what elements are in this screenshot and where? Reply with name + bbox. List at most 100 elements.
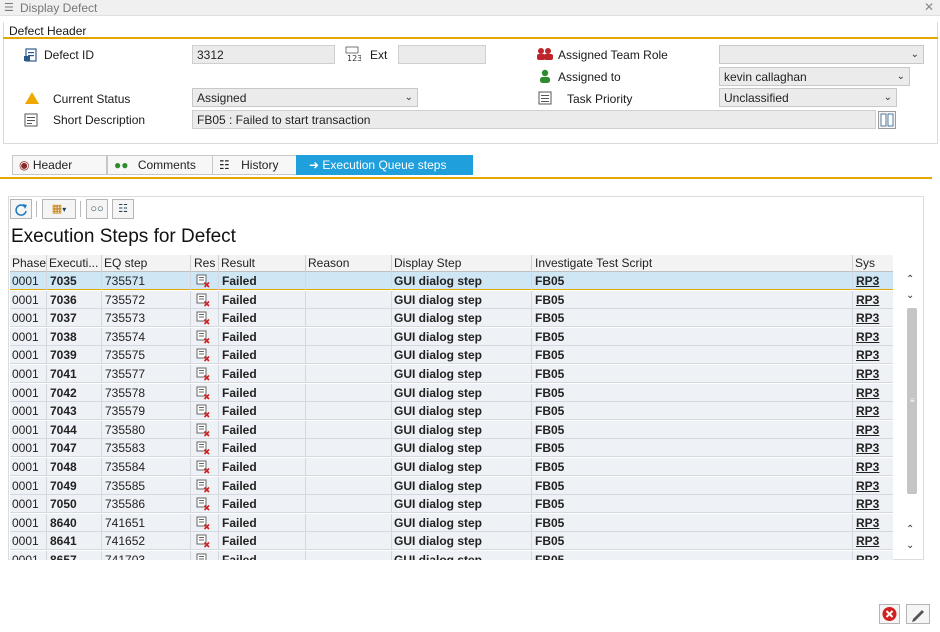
table-row[interactable]: 0001 8640 741651 Failed GUI dialog step FB05 R…: [10, 513, 893, 532]
failed-status-icon: [196, 348, 210, 362]
cell-sys[interactable]: RP3: [856, 293, 879, 307]
table-row[interactable]: 0001 8657 741703 Failed GUI dialog step FB05 R…: [10, 551, 893, 560]
table-row[interactable]: 0001 7038 735574 Failed GUI dialog step FB05 R…: [10, 327, 893, 346]
col-result[interactable]: Result: [221, 256, 255, 270]
cell-eq-step: 735584: [105, 460, 146, 474]
chevron-down-icon: ⌄: [404, 92, 413, 103]
col-reason[interactable]: Reason: [308, 256, 349, 270]
table-row[interactable]: 0001 7044 735580 Failed GUI dialog step FB05 R…: [10, 420, 893, 439]
cell-separator: [218, 383, 219, 402]
cell-sys[interactable]: RP3: [856, 330, 879, 344]
defect-id-field[interactable]: 3312: [192, 45, 335, 64]
table-row[interactable]: 0001 7048 735584 Failed GUI dialog step FB05 R…: [10, 458, 893, 476]
failed-status-icon: [196, 497, 210, 511]
cell-separator: [305, 551, 306, 560]
find-button[interactable]: ○○: [86, 199, 108, 219]
cell-separator: [46, 327, 47, 346]
short-description-field[interactable]: FB05 : Failed to start transaction: [192, 110, 876, 129]
cell-separator: [46, 290, 47, 309]
page-up-icon[interactable]: ⌃: [906, 524, 914, 535]
table-row[interactable]: 0001 7047 735583 Failed GUI dialog step FB05 R…: [10, 439, 893, 458]
refresh-button[interactable]: [10, 199, 32, 219]
table-row[interactable]: 0001 7041 735577 Failed GUI dialog step FB05 R…: [10, 365, 893, 383]
table-row[interactable]: 0001 7039 735575 Failed GUI dialog step FB05 R…: [10, 346, 893, 365]
hat-icon: ◉: [19, 158, 30, 172]
tab-header[interactable]: ◉ Header: [12, 155, 107, 175]
scroll-thumb[interactable]: ≡: [907, 308, 917, 494]
col-res[interactable]: Res: [194, 256, 215, 270]
cell-separator: [101, 327, 102, 346]
table-row[interactable]: 0001 7035 735571 Failed GUI dialog step FB05 R…: [10, 272, 893, 290]
cell-separator: [531, 439, 532, 458]
cell-sys[interactable]: RP3: [856, 404, 879, 418]
column-header-row: Phase Executi... EQ step Res Result Reas…: [10, 255, 893, 272]
col-investigate-test-script[interactable]: Investigate Test Script: [535, 256, 652, 270]
table-row[interactable]: 0001 7042 735578 Failed GUI dialog step FB05 R…: [10, 383, 893, 402]
cell-separator: [101, 495, 102, 514]
scroll-down-icon[interactable]: ⌄: [906, 290, 914, 301]
current-status-value: Assigned: [197, 91, 247, 105]
binoculars-icon: ○○: [90, 203, 104, 215]
page-down-icon[interactable]: ⌄: [906, 540, 914, 551]
cancel-button[interactable]: [879, 604, 900, 624]
failed-status-icon: [196, 293, 210, 307]
col-execution[interactable]: Executi...: [49, 256, 98, 270]
cell-result: Failed: [222, 497, 257, 512]
chevron-down-icon: ⌄: [883, 92, 892, 103]
edit-button[interactable]: [906, 604, 930, 624]
cell-eq-step: 735572: [105, 292, 146, 307]
cell-separator: [101, 365, 102, 383]
task-priority-select[interactable]: Unclassified ⌄: [719, 88, 897, 107]
ext-field[interactable]: [398, 45, 486, 64]
cell-sys[interactable]: RP3: [856, 479, 879, 493]
toolbar-separator: [80, 201, 81, 217]
long-text-icon[interactable]: [878, 111, 896, 129]
assigned-to-select[interactable]: kevin callaghan ⌄: [719, 67, 910, 86]
tab-history[interactable]: ☷ History: [212, 155, 297, 175]
cell-sys[interactable]: RP3: [856, 441, 879, 455]
cell-separator: [531, 365, 532, 383]
cell-sys[interactable]: RP3: [856, 553, 879, 560]
col-sys[interactable]: Sys: [855, 256, 875, 270]
defect-id-label: Defect ID: [44, 48, 95, 62]
cell-sys[interactable]: RP3: [856, 274, 879, 288]
cell-sys[interactable]: RP3: [856, 497, 879, 511]
cell-display-step: GUI dialog step: [394, 367, 483, 381]
cell-result: Failed: [222, 460, 257, 474]
cell-separator: [305, 290, 306, 309]
table-row[interactable]: 0001 7036 735572 Failed GUI dialog step FB05 R…: [10, 290, 893, 309]
cell-separator: [218, 439, 219, 458]
cell-sys[interactable]: RP3: [856, 367, 879, 381]
current-status-label: Current Status: [53, 92, 131, 106]
tab-execution-queue-steps[interactable]: ➜ Execution Queue steps: [296, 155, 473, 175]
scroll-up-icon[interactable]: ⌃: [906, 274, 914, 285]
cell-sys[interactable]: RP3: [856, 386, 879, 400]
col-separator: [852, 255, 853, 272]
close-icon[interactable]: ✕: [924, 0, 934, 14]
cell-sys[interactable]: RP3: [856, 516, 879, 530]
table-row[interactable]: 0001 7049 735585 Failed GUI dialog step FB05 R…: [10, 476, 893, 495]
cell-separator: [852, 383, 853, 402]
cell-separator: [101, 551, 102, 560]
cell-separator: [190, 476, 191, 495]
cell-sys[interactable]: RP3: [856, 423, 879, 437]
details-button[interactable]: ☷: [112, 199, 134, 219]
cell-sys[interactable]: RP3: [856, 460, 879, 474]
grid-scrollbar[interactable]: ⌃ ⌄ ≡ ⌃ ⌄: [903, 272, 919, 560]
cell-eq-step: 735574: [105, 329, 146, 344]
tab-comments[interactable]: ●● Comments: [107, 155, 217, 175]
table-row[interactable]: 0001 8641 741652 Failed GUI dialog step FB05 R…: [10, 532, 893, 551]
cell-sys[interactable]: RP3: [856, 311, 879, 325]
cancel-icon: [882, 607, 897, 621]
current-status-select[interactable]: Assigned ⌄: [192, 88, 418, 107]
col-display-step[interactable]: Display Step: [394, 256, 461, 270]
table-row[interactable]: 0001 7050 735586 Failed GUI dialog step FB05 R…: [10, 495, 893, 514]
assigned-team-role-select[interactable]: ⌄: [719, 45, 924, 64]
col-eq-step[interactable]: EQ step: [104, 256, 147, 270]
table-row[interactable]: 0001 7043 735579 Failed GUI dialog step FB05 R…: [10, 402, 893, 421]
layout-menu-button[interactable]: ▦▾: [42, 199, 76, 219]
cell-sys[interactable]: RP3: [856, 348, 879, 362]
table-row[interactable]: 0001 7037 735573 Failed GUI dialog step FB05 R…: [10, 309, 893, 328]
cell-sys[interactable]: RP3: [856, 534, 879, 548]
col-phase[interactable]: Phase: [12, 256, 46, 270]
